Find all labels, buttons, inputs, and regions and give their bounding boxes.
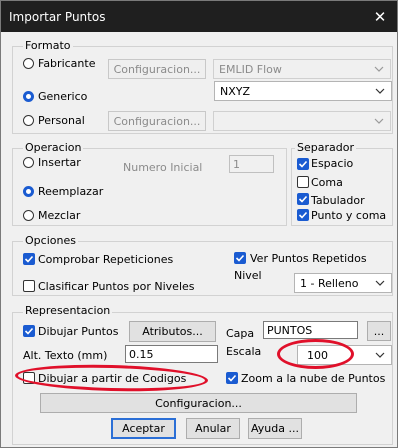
checkmark-icon xyxy=(24,255,34,263)
dibujar-puntos-checkbox[interactable] xyxy=(23,325,35,337)
nivel-label: Nivel xyxy=(234,269,262,282)
personal-label: Personal xyxy=(38,114,85,127)
ayuda-button[interactable]: Ayuda ... xyxy=(248,418,302,439)
clasificar-niveles-label: Clasificar Puntos por Niveles xyxy=(38,280,195,293)
personal-config-button[interactable]: Configuracion... xyxy=(108,111,206,131)
close-icon[interactable]: ✕ xyxy=(363,1,397,32)
insertar-radio[interactable] xyxy=(23,157,34,168)
generico-select[interactable]: NXYZ xyxy=(214,81,392,101)
capa-ellipsis-button[interactable]: ... xyxy=(367,321,391,341)
chevron-down-icon xyxy=(375,88,385,94)
numero-inicial-input[interactable]: 1 xyxy=(229,155,274,173)
zoom-nube-label: Zoom a la nube de Puntos xyxy=(241,372,386,385)
tabulador-label: Tabulador xyxy=(311,194,365,207)
zoom-nube-checkbox[interactable] xyxy=(226,372,238,384)
mezclar-label: Mezclar xyxy=(38,209,81,222)
coma-checkbox[interactable] xyxy=(297,176,309,188)
espacio-label: Espacio xyxy=(311,157,354,170)
ver-puntos-repetidos-checkbox[interactable] xyxy=(234,252,246,264)
reemplazar-label: Reemplazar xyxy=(38,185,104,198)
separador-title: Separador xyxy=(295,141,356,154)
alt-texto-label: Alt. Texto (mm) xyxy=(23,349,108,362)
checkmark-icon xyxy=(24,327,34,335)
anular-button[interactable]: Anular xyxy=(186,418,240,439)
punto-y-coma-checkbox[interactable] xyxy=(297,209,309,221)
checkmark-icon xyxy=(235,254,245,262)
configuracion-button[interactable]: Configuracion... xyxy=(40,393,357,413)
title-bar: Importar Puntos ✕ xyxy=(1,1,397,32)
coma-label: Coma xyxy=(311,176,343,189)
chevron-down-icon xyxy=(375,352,385,358)
chevron-down-icon xyxy=(375,280,385,286)
generico-label: Generico xyxy=(38,90,88,103)
fabricante-config-button[interactable]: Configuracion... xyxy=(108,59,206,79)
window-title: Importar Puntos xyxy=(9,10,106,24)
reemplazar-radio[interactable] xyxy=(23,186,34,197)
numero-inicial-label: Numero Inicial xyxy=(123,161,203,174)
espacio-checkbox[interactable] xyxy=(297,158,309,170)
capa-label: Capa xyxy=(226,327,255,340)
tabulador-checkbox[interactable] xyxy=(297,193,309,205)
checkmark-icon xyxy=(298,160,308,168)
nivel-select-value: 1 - Relleno xyxy=(300,276,359,290)
operacion-title: Operacion xyxy=(23,141,84,154)
clasificar-niveles-checkbox[interactable] xyxy=(23,280,35,292)
generico-radio[interactable] xyxy=(23,91,34,102)
capa-input[interactable]: PUNTOS xyxy=(263,321,358,339)
chevron-down-icon xyxy=(374,118,384,124)
escala-label: Escala xyxy=(226,345,262,358)
fabricante-select-value: EMLID Flow xyxy=(219,62,282,76)
ver-puntos-repetidos-label: Ver Puntos Repetidos xyxy=(250,252,367,265)
alt-texto-input[interactable]: 0.15 xyxy=(125,345,218,363)
fabricante-select[interactable]: EMLID Flow xyxy=(213,59,391,79)
checkmark-icon xyxy=(227,374,237,382)
fabricante-radio[interactable] xyxy=(23,58,34,69)
atributos-button[interactable]: Atributos... xyxy=(129,321,216,342)
generico-select-value: NXYZ xyxy=(220,84,251,98)
personal-select[interactable] xyxy=(213,111,391,131)
punto-y-coma-label: Punto y coma xyxy=(311,209,387,222)
opciones-title: Opciones xyxy=(23,234,78,247)
fabricante-label: Fabricante xyxy=(38,57,96,70)
representacion-title: Representacion xyxy=(23,304,113,317)
personal-radio[interactable] xyxy=(23,115,34,126)
nivel-select[interactable]: 1 - Relleno xyxy=(294,273,392,293)
comprobar-repeticiones-label: Comprobar Repeticiones xyxy=(38,253,174,266)
checkmark-icon xyxy=(298,211,308,219)
dibujar-puntos-label: Dibujar Puntos xyxy=(38,325,119,338)
chevron-down-icon xyxy=(374,66,384,72)
checkmark-icon xyxy=(298,195,308,203)
import-points-dialog: Importar Puntos ✕ Formato Fabricante Con… xyxy=(0,0,398,448)
annotation-ellipse-escala xyxy=(277,339,354,369)
formato-title: Formato xyxy=(23,39,73,52)
comprobar-repeticiones-checkbox[interactable] xyxy=(23,253,35,265)
mezclar-radio[interactable] xyxy=(23,210,34,221)
aceptar-button[interactable]: Aceptar xyxy=(111,418,176,439)
insertar-label: Insertar xyxy=(38,156,81,169)
